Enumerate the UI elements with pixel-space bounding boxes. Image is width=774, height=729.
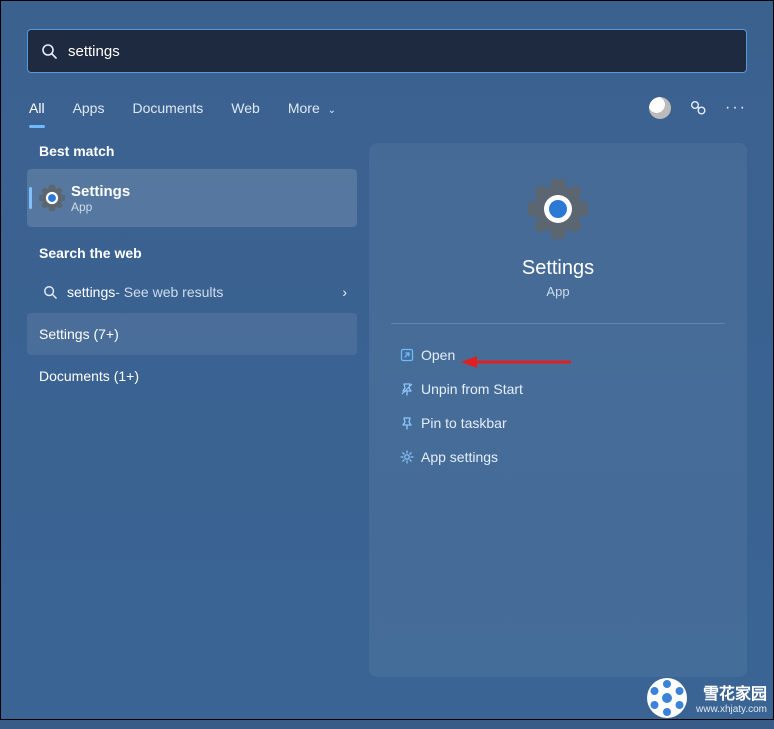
- result-subtitle: App: [71, 200, 130, 214]
- result-settings-app[interactable]: Settings App: [27, 169, 357, 227]
- action-unpin-start[interactable]: Unpin from Start: [391, 372, 725, 406]
- open-icon: [393, 348, 421, 362]
- pin-icon: [393, 416, 421, 430]
- gear-icon: [526, 177, 590, 241]
- search-input[interactable]: [60, 43, 736, 60]
- tab-documents[interactable]: Documents: [130, 94, 205, 122]
- start-search-panel: All Apps Documents Web More ⌄ ··· Best m…: [0, 0, 774, 720]
- chevron-right-icon: ›: [342, 284, 347, 300]
- action-unpin-label: Unpin from Start: [421, 381, 523, 397]
- gear-icon: [33, 184, 71, 212]
- watermark-text-cn: 雪花家园: [696, 680, 767, 704]
- user-avatar[interactable]: [649, 97, 671, 119]
- detail-header: Settings App: [391, 167, 725, 324]
- tab-apps[interactable]: Apps: [71, 94, 107, 122]
- web-result-item[interactable]: settings - See web results ›: [27, 271, 357, 313]
- best-match-header: Best match: [39, 143, 351, 159]
- search-icon: [38, 43, 60, 59]
- watermark-text-en: www.xhjaty.com: [696, 704, 767, 715]
- filter-tabs: All Apps Documents Web More ⌄ ···: [27, 87, 747, 129]
- detail-title: Settings: [522, 257, 594, 280]
- detail-pane: Settings App Open Unpin from Start: [369, 143, 747, 677]
- org-search-icon[interactable]: [689, 99, 707, 117]
- unpin-icon: [393, 382, 421, 396]
- action-app-settings-label: App settings: [421, 449, 498, 465]
- more-options-icon[interactable]: ···: [725, 99, 747, 117]
- watermark-logo: [646, 677, 688, 719]
- group-documents-label: Documents (1+): [39, 368, 139, 384]
- result-title: Settings: [71, 183, 130, 200]
- watermark: 雪花家园 www.xhjaty.com: [646, 676, 773, 719]
- tab-more[interactable]: More ⌄: [286, 94, 338, 122]
- action-open[interactable]: Open: [391, 338, 725, 372]
- detail-subtitle: App: [546, 284, 569, 299]
- web-result-suffix: - See web results: [115, 284, 223, 300]
- tab-all[interactable]: All: [27, 94, 47, 122]
- search-web-header: Search the web: [39, 245, 351, 261]
- web-result-query: settings: [67, 284, 115, 300]
- results-list: Best match Settings App Search the web: [27, 143, 357, 397]
- group-settings-label: Settings (7+): [39, 326, 119, 342]
- chevron-down-icon: ⌄: [328, 105, 336, 116]
- group-documents[interactable]: Documents (1+): [27, 355, 357, 397]
- group-settings[interactable]: Settings (7+): [27, 313, 357, 355]
- search-bar[interactable]: [27, 29, 747, 73]
- result-text: Settings App: [71, 183, 130, 214]
- tab-more-label: More: [288, 100, 320, 116]
- action-pin-label: Pin to taskbar: [421, 415, 507, 431]
- action-pin-taskbar[interactable]: Pin to taskbar: [391, 406, 725, 440]
- action-open-label: Open: [421, 347, 455, 363]
- gear-icon: [393, 450, 421, 464]
- search-icon: [39, 285, 61, 299]
- tab-web[interactable]: Web: [229, 94, 262, 122]
- action-app-settings[interactable]: App settings: [391, 440, 725, 474]
